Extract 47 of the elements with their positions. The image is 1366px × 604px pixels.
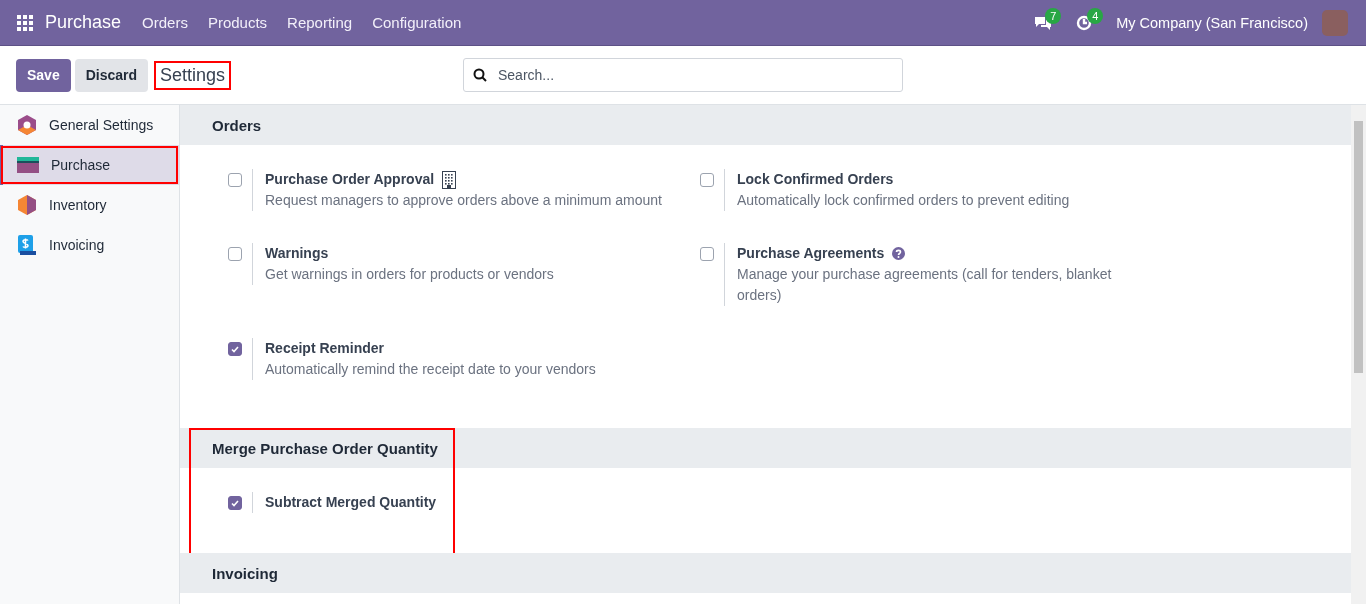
checkbox[interactable]: [228, 247, 242, 261]
setting-description: Get warnings in orders for products or vendors: [265, 265, 555, 284]
activity-count-badge: 4: [1087, 7, 1104, 24]
checkbox[interactable]: [228, 496, 242, 510]
setting-title: Purchase Order Approval: [265, 170, 435, 189]
help-icon[interactable]: [892, 247, 906, 260]
section-header: Orders: [180, 105, 1351, 145]
setting-title: Lock Confirmed Orders: [737, 170, 894, 189]
setting-description: Automatically lock confirmed orders to prevent editing: [737, 191, 1071, 210]
hexagon-box-icon: [17, 194, 37, 216]
message-count-badge: 7: [1045, 7, 1062, 24]
page-title: Settings: [154, 60, 232, 90]
sidebar-item[interactable]: Inventory: [0, 185, 179, 225]
menu-item[interactable]: Products: [207, 14, 268, 31]
setting-title: Purchase Agreements: [737, 244, 885, 263]
menu-item[interactable]: Reporting: [287, 14, 353, 31]
check-icon: [231, 499, 239, 507]
app-name[interactable]: Purchase: [45, 12, 122, 33]
discard-button[interactable]: Discard: [74, 58, 149, 92]
setting-title: Receipt Reminder: [265, 339, 385, 358]
save-button[interactable]: Save: [16, 58, 71, 92]
hexagon-logo-icon: [17, 114, 37, 136]
section-header: Merge Purchase Order Quantity: [180, 428, 1351, 468]
checkbox[interactable]: [700, 173, 714, 187]
setting-description: Automatically remind the receipt date to your vendors: [265, 360, 597, 379]
card-icon: [17, 157, 39, 173]
checkbox[interactable]: [228, 173, 242, 187]
setting-title: Subtract Merged Quantity: [265, 493, 437, 512]
checkbox[interactable]: [700, 247, 714, 261]
setting-title: Warnings: [265, 244, 329, 263]
apps-menu-icon[interactable]: [17, 14, 33, 31]
menu-item[interactable]: Orders: [142, 14, 188, 31]
invoice-icon: [17, 234, 37, 256]
company-name[interactable]: My Company (San Francisco): [1116, 14, 1308, 31]
search-field[interactable]: Search...: [463, 58, 903, 92]
setting-description: Manage your purchase agreements (call for tenders, blanket orders): [737, 265, 1113, 305]
setting-description: Request managers to approve orders above a minimum amount: [265, 191, 663, 210]
building-icon: [442, 170, 457, 189]
menu-item[interactable]: Configuration: [372, 14, 462, 31]
sidebar-item[interactable]: Invoicing: [0, 225, 179, 265]
scrollbar[interactable]: [1351, 105, 1366, 604]
check-icon: [231, 345, 239, 353]
sidebar-item[interactable]: Purchase: [0, 145, 179, 185]
clock-icon[interactable]: [1076, 14, 1093, 31]
sidebar-item[interactable]: General Settings: [0, 105, 179, 145]
checkbox[interactable]: [228, 342, 242, 356]
section-header: Invoicing: [180, 553, 1351, 593]
